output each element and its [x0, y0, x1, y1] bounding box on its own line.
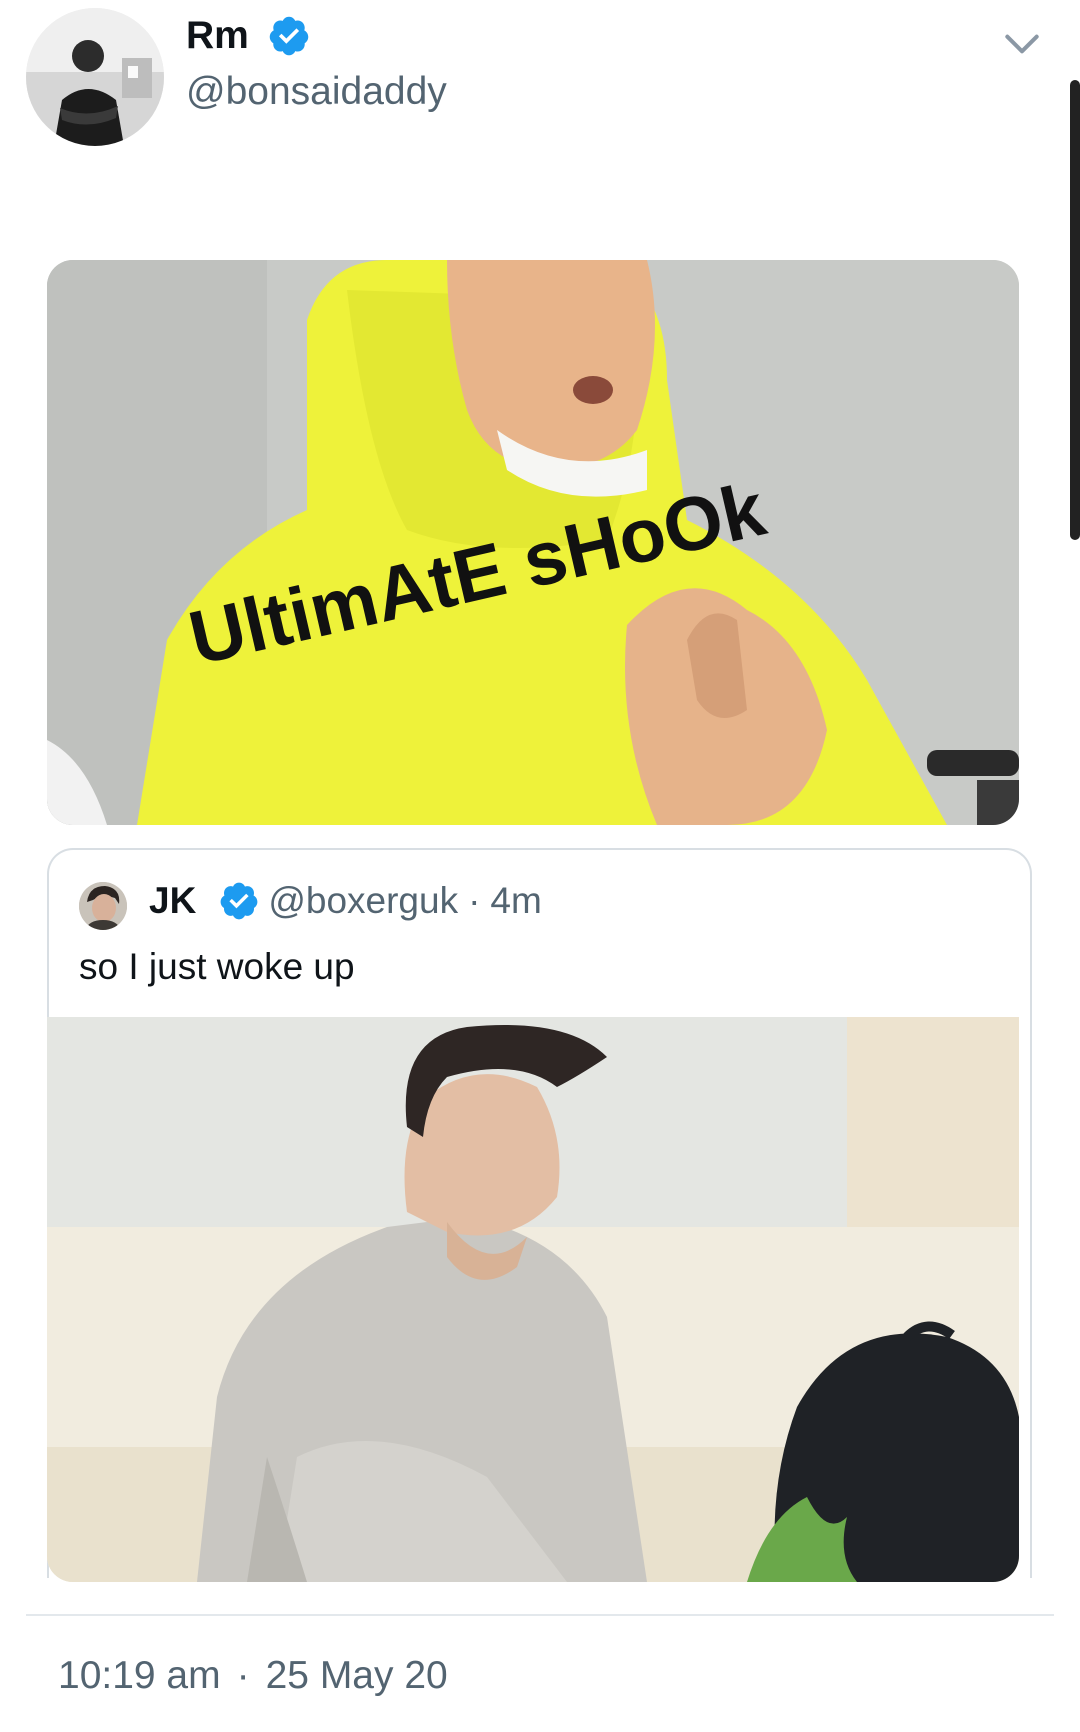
- quoted-photo: [47, 1017, 1019, 1582]
- author-name: Rm: [186, 14, 249, 57]
- quoted-separator: ·: [468, 880, 481, 921]
- quoted-tweet-header: JK @boxerguk · 4m: [149, 880, 542, 922]
- author-name-row[interactable]: Rm: [186, 14, 311, 58]
- quoted-time-ago[interactable]: 4m: [490, 880, 541, 922]
- chevron-down-icon[interactable]: [1000, 22, 1044, 66]
- scrollbar[interactable]: [1070, 80, 1080, 540]
- verified-badge-icon: [220, 882, 258, 920]
- quoted-author-handle[interactable]: @boxerguk: [268, 880, 458, 922]
- quoted-author-name[interactable]: JK: [149, 880, 196, 922]
- tweet-media-image[interactable]: UltimAtE sHoOk: [47, 260, 1019, 825]
- author-handle[interactable]: @bonsaidaddy: [186, 70, 447, 114]
- divider: [26, 1614, 1054, 1616]
- timestamp-separator: ·: [236, 1654, 250, 1697]
- author-avatar[interactable]: [26, 8, 164, 146]
- verified-badge-icon: [269, 16, 309, 56]
- quoted-tweet-media-image[interactable]: [47, 1017, 1019, 1582]
- quoted-author-avatar[interactable]: [79, 882, 127, 930]
- tweet-timestamp[interactable]: 10:19 am · 25 May 20: [58, 1654, 448, 1698]
- tweet-date: 25 May 20: [265, 1654, 448, 1697]
- quoted-avatar-image: [79, 882, 127, 930]
- meme-photo: UltimAtE sHoOk: [47, 260, 1019, 825]
- tweet-time: 10:19 am: [58, 1654, 221, 1697]
- quoted-tweet-text: so I just woke up: [79, 946, 355, 987]
- author-avatar-image: [26, 8, 164, 146]
